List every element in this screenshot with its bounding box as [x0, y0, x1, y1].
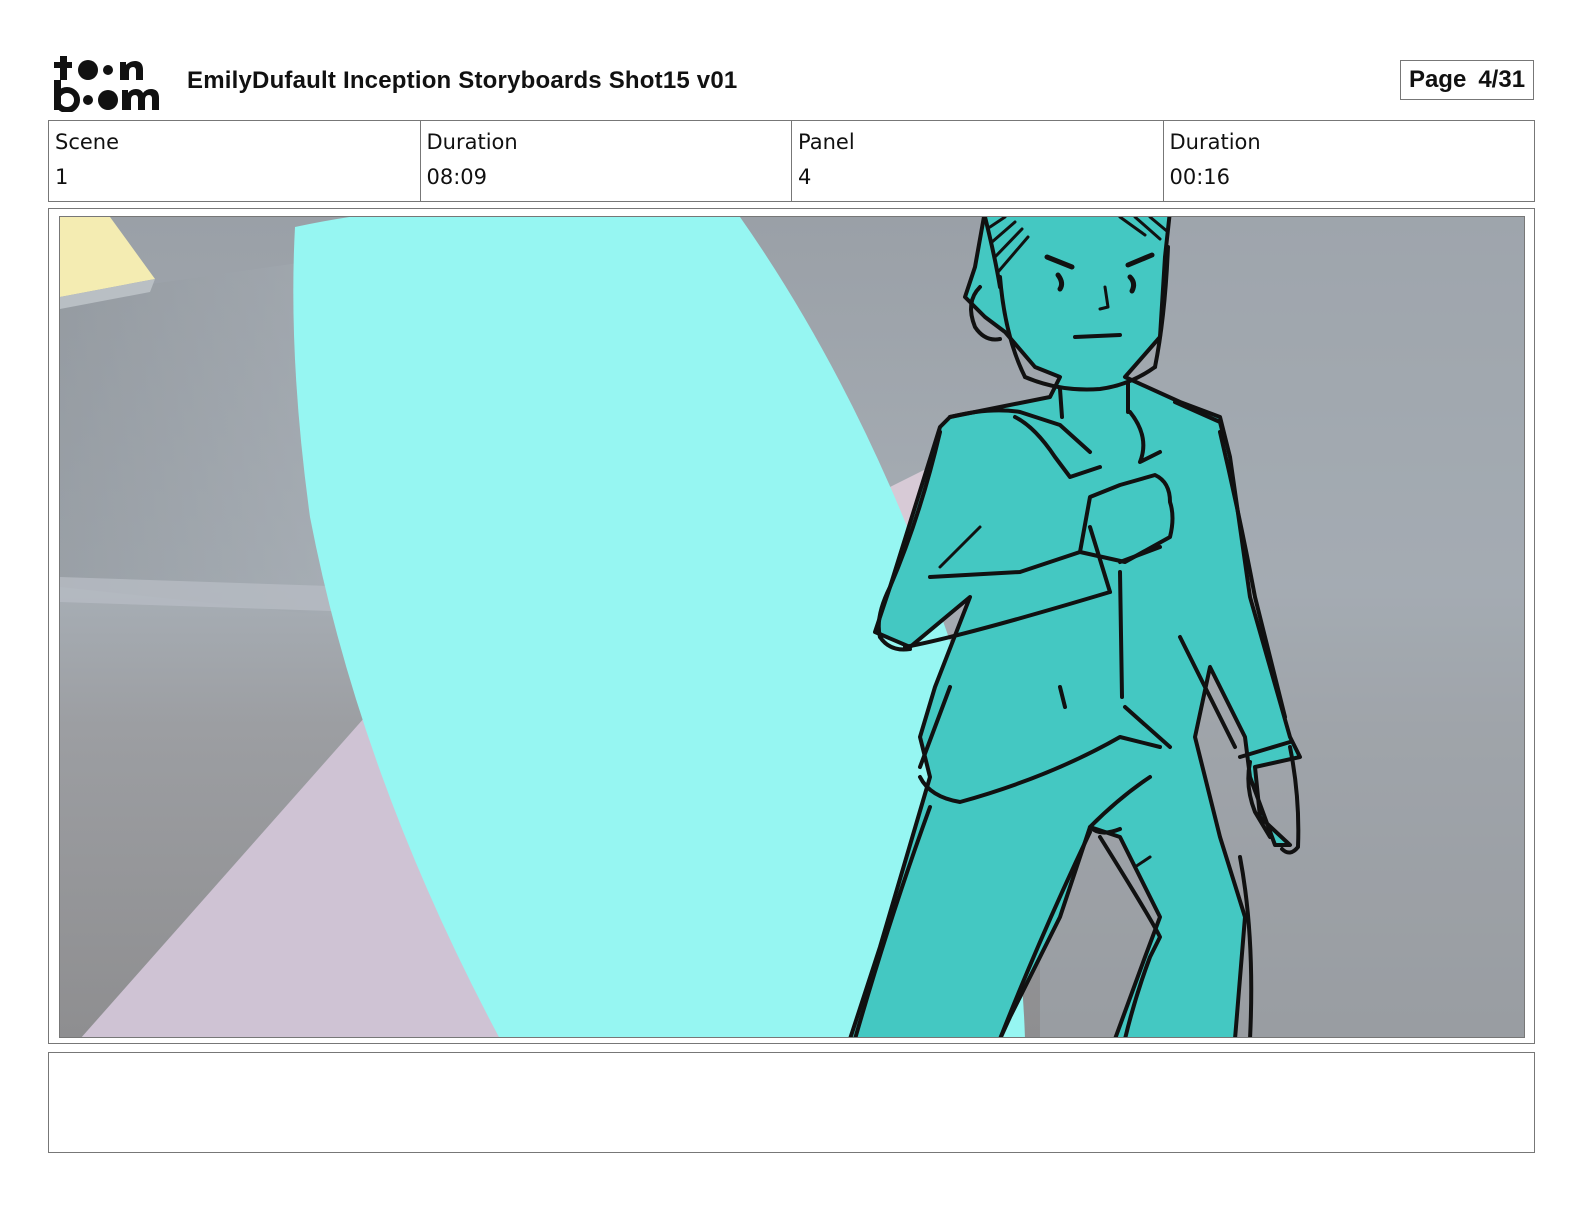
page-number: 4/31 — [1478, 66, 1526, 93]
panel-duration-value: 00:16 — [1169, 165, 1231, 189]
panel-duration-cell: Duration 00:16 — [1164, 121, 1535, 201]
panel-duration-label: Duration — [1169, 130, 1261, 154]
document-title: EmilyDufault Inception Storyboards Shot1… — [187, 67, 738, 94]
scene-duration-label: Duration — [426, 130, 518, 154]
storyboard-panel-image — [59, 216, 1525, 1038]
scene-value: 1 — [55, 165, 69, 189]
panel-notes-box[interactable] — [48, 1052, 1535, 1153]
scene-duration-value: 08:09 — [426, 165, 488, 189]
scene-cell: Scene 1 — [49, 121, 421, 201]
page-label: Page — [1408, 66, 1467, 93]
scene-duration-cell: Duration 08:09 — [421, 121, 792, 201]
shot-info-table: Scene 1 Duration 08:09 Panel 4 Duration … — [48, 120, 1535, 202]
page-indicator: Page 4/31 — [1400, 60, 1534, 100]
panel-value: 4 — [798, 165, 812, 189]
panel-illustration — [60, 217, 1524, 1037]
panel-label: Panel — [798, 130, 855, 154]
scene-label: Scene — [55, 130, 120, 154]
panel-cell: Panel 4 — [792, 121, 1164, 201]
toon-boom-logo — [50, 50, 168, 113]
